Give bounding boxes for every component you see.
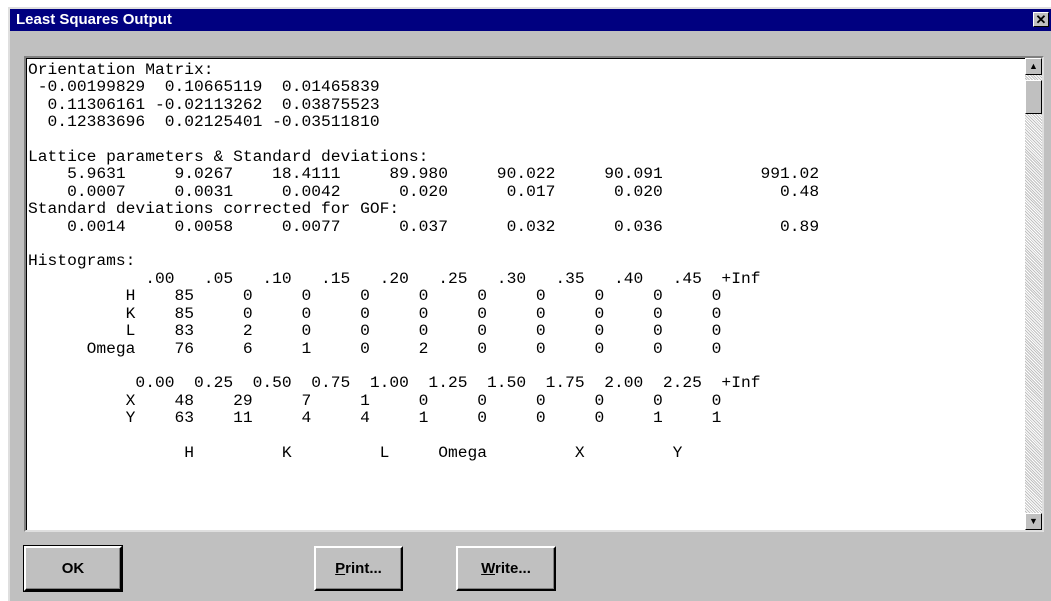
close-button[interactable]: ✕ (1033, 12, 1049, 27)
print-button-mnemonic: P (335, 560, 346, 577)
write-button[interactable]: Write... (456, 546, 556, 591)
vertical-scrollbar[interactable]: ▲ ▼ (1025, 58, 1042, 530)
output-text: Orientation Matrix: -0.00199829 0.106651… (28, 62, 820, 462)
title-bar[interactable]: Least Squares Output ✕ (10, 9, 1051, 31)
scroll-down-arrow-icon: ▼ (1029, 516, 1038, 526)
scroll-down-button[interactable]: ▼ (1025, 513, 1042, 530)
ok-button-label: OK (61, 560, 85, 577)
scroll-thumb[interactable] (1025, 80, 1042, 114)
scroll-up-button[interactable]: ▲ (1025, 58, 1042, 75)
print-button[interactable]: Print... (314, 546, 403, 591)
output-textbox[interactable]: Orientation Matrix: -0.00199829 0.106651… (24, 56, 1044, 532)
ok-button[interactable]: OK (23, 545, 123, 592)
close-icon: ✕ (1035, 12, 1047, 27)
print-button-label: rint... (345, 560, 382, 577)
scroll-up-arrow-icon: ▲ (1029, 61, 1038, 71)
window-title: Least Squares Output (16, 11, 172, 28)
least-squares-window: Least Squares Output ✕ Orientation Matri… (8, 7, 1051, 601)
write-button-label: rite... (495, 560, 531, 577)
write-button-mnemonic: W (481, 560, 496, 577)
